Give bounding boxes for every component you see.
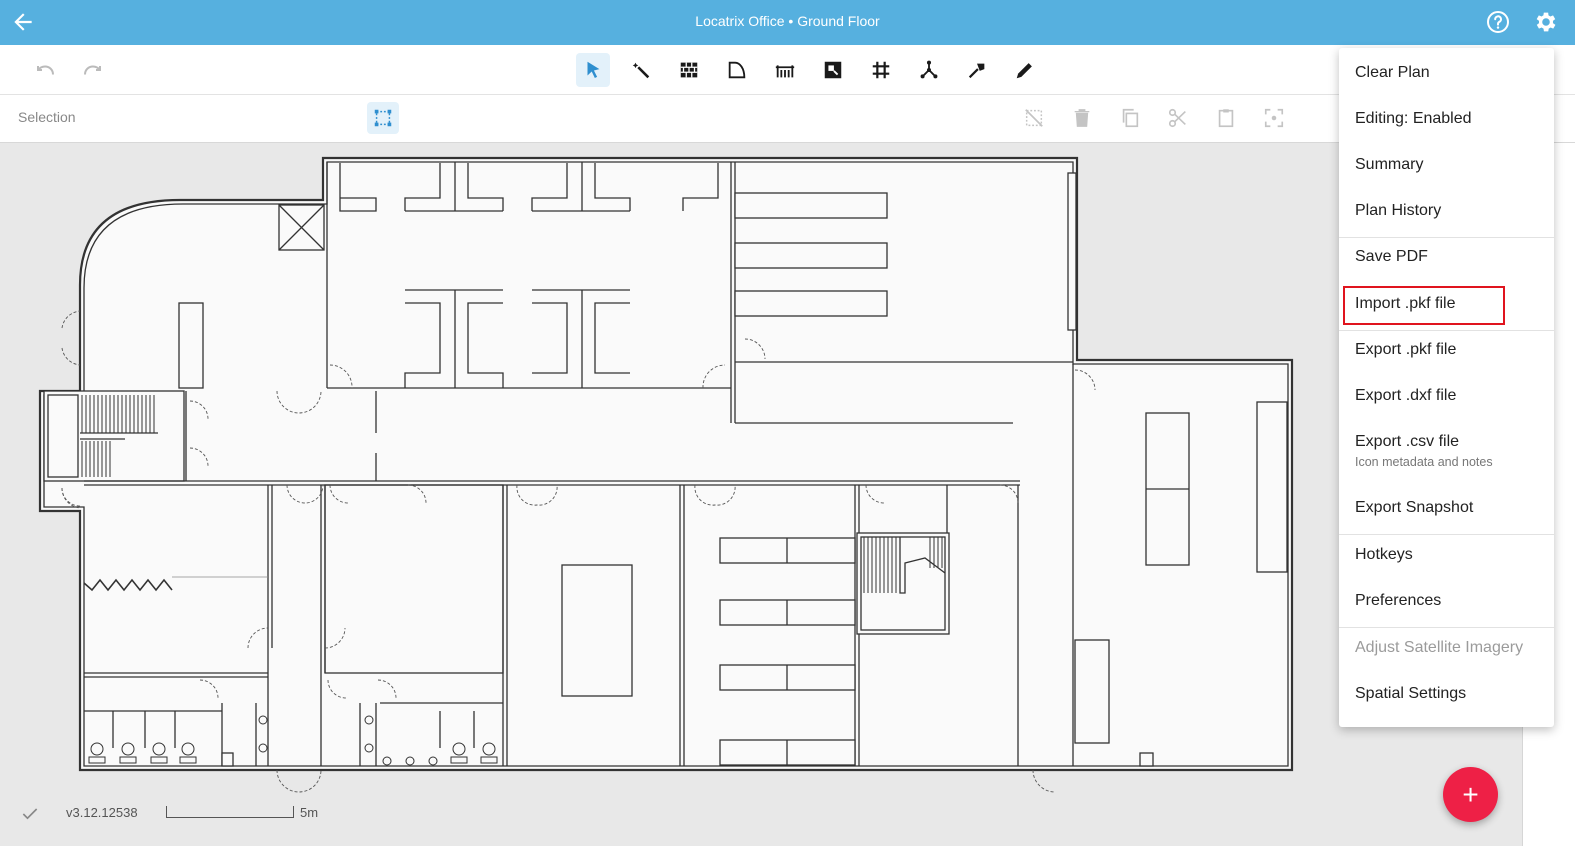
plus-icon: + xyxy=(1462,778,1479,810)
app-header: Locatrix Office • Ground Floor xyxy=(0,0,1575,45)
magic-wand-tool-button[interactable] xyxy=(624,53,658,87)
copy-icon xyxy=(1122,108,1139,128)
node-tool-button[interactable] xyxy=(912,53,946,87)
redo-button[interactable] xyxy=(76,53,110,87)
focus-frame-icon xyxy=(1264,108,1284,128)
undo-icon xyxy=(37,65,54,75)
deselect-icon xyxy=(1025,109,1043,127)
menu-divider xyxy=(1339,534,1554,535)
menu-divider xyxy=(1339,237,1554,238)
selection-label: Selection xyxy=(18,109,76,125)
room-tool-button[interactable] xyxy=(816,53,850,87)
scissors-icon xyxy=(1168,108,1186,128)
undo-button[interactable] xyxy=(28,53,62,87)
room-icon xyxy=(824,61,842,79)
pointer-icon xyxy=(587,61,600,78)
zoom-to-selection-button[interactable] xyxy=(1258,102,1290,134)
menu-item-export-csv[interactable]: Export .csv file Icon metadata and notes xyxy=(1339,433,1554,473)
trash-icon xyxy=(1074,109,1090,127)
version-label: v3.12.12538 xyxy=(66,805,138,820)
add-fab-button[interactable]: + xyxy=(1443,767,1498,822)
box-select-icon xyxy=(374,109,392,127)
menu-item-preferences[interactable]: Preferences xyxy=(1339,592,1554,614)
settings-menu: Clear Plan Editing: Enabled Summary Plan… xyxy=(1339,48,1554,727)
menu-item-summary[interactable]: Summary xyxy=(1339,156,1554,178)
curved-wall-icon xyxy=(728,61,746,79)
menu-item-save-pdf[interactable]: Save PDF xyxy=(1339,248,1554,270)
menu-divider xyxy=(1339,627,1554,628)
menu-divider xyxy=(1339,330,1554,331)
help-icon[interactable] xyxy=(1486,10,1510,34)
delete-button[interactable] xyxy=(1066,102,1098,134)
menu-item-plan-history[interactable]: Plan History xyxy=(1339,202,1554,224)
desk-icon xyxy=(775,65,795,78)
redo-icon xyxy=(84,65,101,75)
menu-item-adjust-satellite-imagery: Adjust Satellite Imagery xyxy=(1355,639,1524,656)
menu-item-subtitle: Icon metadata and notes xyxy=(1355,455,1493,469)
box-select-button[interactable] xyxy=(367,102,399,134)
settings-gear-icon[interactable] xyxy=(1533,9,1559,35)
grid-icon xyxy=(872,61,890,79)
route-tool-button[interactable] xyxy=(960,53,994,87)
paste-button[interactable] xyxy=(1210,102,1242,134)
wall-tool-button[interactable] xyxy=(672,53,706,87)
magic-wand-icon xyxy=(632,62,650,79)
menu-item-editing[interactable]: Editing: Enabled xyxy=(1339,110,1554,132)
menu-item-clear-plan[interactable]: Clear Plan xyxy=(1339,64,1554,86)
grid-tool-button[interactable] xyxy=(864,53,898,87)
floor-plan-drawing xyxy=(38,156,1294,793)
menu-item-export-dxf[interactable]: Export .dxf file xyxy=(1339,387,1554,409)
menu-item-spatial-settings[interactable]: Spatial Settings xyxy=(1339,685,1554,707)
route-pin-icon xyxy=(968,63,985,79)
node-network-icon xyxy=(920,60,938,79)
clipboard-icon xyxy=(1218,109,1234,128)
draw-tool-button[interactable] xyxy=(1008,53,1042,87)
plan-title: Locatrix Office • Ground Floor xyxy=(695,13,880,29)
copy-button[interactable] xyxy=(1114,102,1146,134)
scale-bar xyxy=(166,806,294,818)
scale-label: 5m xyxy=(300,805,319,820)
floor-plan-canvas[interactable] xyxy=(0,143,1522,846)
menu-item-export-snapshot[interactable]: Export Snapshot xyxy=(1339,499,1554,521)
furniture-tool-button[interactable] xyxy=(768,53,802,87)
brick-wall-icon xyxy=(680,62,698,78)
deselect-button[interactable] xyxy=(1018,102,1050,134)
menu-item-export-pkf[interactable]: Export .pkf file xyxy=(1339,341,1554,363)
menu-item-hotkeys[interactable]: Hotkeys xyxy=(1339,546,1554,568)
select-tool-button[interactable] xyxy=(576,53,610,87)
pencil-icon xyxy=(1016,63,1032,79)
highlight-box xyxy=(1343,286,1505,325)
saved-check-icon xyxy=(22,808,38,820)
cut-button[interactable] xyxy=(1162,102,1194,134)
curved-wall-tool-button[interactable] xyxy=(720,53,754,87)
